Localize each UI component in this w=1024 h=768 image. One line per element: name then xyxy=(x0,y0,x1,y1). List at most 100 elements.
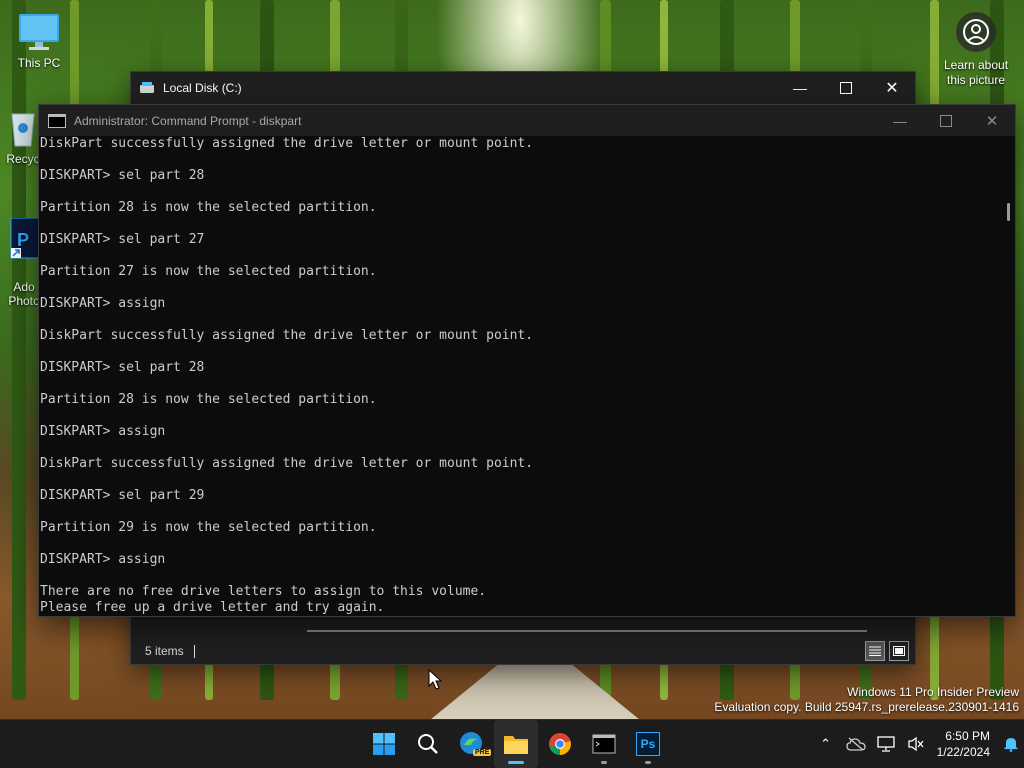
status-separator xyxy=(193,644,195,658)
search-button[interactable] xyxy=(406,720,450,768)
onedrive-button[interactable] xyxy=(841,720,871,768)
close-icon: ✕ xyxy=(885,80,899,97)
console-line: Please free up a drive letter and try ag… xyxy=(40,600,385,615)
search-icon xyxy=(418,734,438,754)
chrome-taskbar-button[interactable] xyxy=(538,720,582,768)
console-line: There are no free drive letters to assig… xyxy=(40,584,487,599)
clock-date: 1/22/2024 xyxy=(936,745,990,759)
close-button[interactable]: ✕ xyxy=(869,72,915,104)
start-button[interactable] xyxy=(362,720,406,768)
desktop-icon-label: Recyc xyxy=(6,152,40,166)
console-line: Partition 27 is now the selected partiti… xyxy=(40,264,377,279)
minimize-icon: — xyxy=(793,80,807,96)
console-line: Partition 28 is now the selected partiti… xyxy=(40,392,377,407)
volume-button[interactable] xyxy=(901,720,931,768)
item-count: 5 items xyxy=(145,644,184,658)
desktop-icon-label: Ado Photo xyxy=(8,280,40,308)
maximize-icon xyxy=(940,114,952,127)
camera-icon xyxy=(956,12,996,52)
bell-icon xyxy=(1004,738,1018,752)
console-line: DISKPART> assign xyxy=(40,424,166,439)
console-line: DISKPART> assign xyxy=(40,296,166,311)
photoshop-icon: Ps xyxy=(636,732,660,756)
desktop-icon-adobe-photoshop[interactable]: P Ado Photo xyxy=(6,204,42,308)
network-button[interactable] xyxy=(871,720,901,768)
details-view-icon xyxy=(869,646,881,656)
mouse-cursor-icon xyxy=(428,669,442,690)
running-indicator xyxy=(645,761,651,764)
taskbar-clock[interactable]: 6:50 PM 1/22/2024 xyxy=(937,728,990,760)
cmd-close-button[interactable]: ✕ xyxy=(969,105,1015,137)
view-toggle xyxy=(865,641,909,661)
console-output[interactable]: DiskPart successfully assigned the drive… xyxy=(40,136,999,616)
notifications-button[interactable] xyxy=(998,720,1024,768)
watermark-line1: Windows 11 Pro Insider Preview xyxy=(847,685,1019,699)
watermark-line2: Evaluation copy. Build 25947.rs_prerelea… xyxy=(714,700,1019,714)
photoshop-icon: P xyxy=(10,218,39,259)
maximize-button[interactable] xyxy=(823,72,869,104)
edge-preview-button[interactable]: PRE xyxy=(450,720,494,768)
photoshop-taskbar-button[interactable]: Ps xyxy=(626,720,670,768)
evaluation-watermark: Windows 11 Pro Insider Preview Evaluatio… xyxy=(714,685,1019,715)
terminal-taskbar-button[interactable] xyxy=(582,720,626,768)
minimize-icon: — xyxy=(893,112,907,129)
desktop-icon-recycle-bin[interactable]: Recyc xyxy=(3,108,43,166)
large-icons-view-button[interactable] xyxy=(889,641,909,661)
large-icons-view-icon xyxy=(893,646,905,656)
close-icon: ✕ xyxy=(985,112,999,130)
explorer-titlebar[interactable]: Local Disk (C:) — ✕ xyxy=(131,72,915,104)
details-view-button[interactable] xyxy=(865,641,885,661)
horizontal-scrollbar[interactable] xyxy=(307,630,867,632)
recycle-bin-icon xyxy=(11,113,35,147)
learn-about-picture[interactable]: Learn about this picture xyxy=(936,12,1016,88)
minimize-button[interactable]: — xyxy=(777,72,823,104)
terminal-icon xyxy=(592,734,616,754)
cloud-icon xyxy=(845,737,866,751)
command-prompt-window[interactable]: Administrator: Command Prompt - diskpart… xyxy=(38,104,1016,617)
console-line: DISKPART> sel part 29 xyxy=(40,488,205,503)
cmd-minimize-button[interactable]: — xyxy=(877,105,923,137)
active-indicator xyxy=(508,761,524,764)
explorer-title: Local Disk (C:) xyxy=(163,81,242,95)
network-icon xyxy=(876,736,895,752)
desktop-icon-this-pc[interactable]: This PC xyxy=(4,12,74,70)
folder-icon xyxy=(504,736,528,754)
vertical-scrollbar[interactable] xyxy=(1007,203,1010,221)
taskbar-apps: PRE Ps xyxy=(362,720,670,768)
show-hidden-icons-button[interactable]: ⌃ xyxy=(811,720,841,768)
speaker-muted-icon xyxy=(907,736,924,752)
console-line: Partition 28 is now the selected partiti… xyxy=(40,200,377,215)
chrome-icon xyxy=(549,733,571,755)
clock-time: 6:50 PM xyxy=(945,729,990,743)
console-line: DiskPart successfully assigned the drive… xyxy=(40,456,534,471)
console-line: DISKPART> assign xyxy=(40,552,166,567)
running-indicator xyxy=(601,761,607,764)
console-line: DiskPart successfully assigned the drive… xyxy=(40,328,534,343)
console-line: DISKPART> sel part 28 xyxy=(40,360,205,375)
drive-icon xyxy=(140,82,154,93)
file-explorer-taskbar-button[interactable] xyxy=(494,720,538,768)
cmd-title: Administrator: Command Prompt - diskpart xyxy=(74,113,302,128)
edge-pre-badge: PRE xyxy=(473,749,492,756)
console-line: DiskPart successfully assigned the drive… xyxy=(40,136,534,151)
cmd-icon xyxy=(48,113,66,128)
maximize-icon xyxy=(840,82,852,94)
console-line: Partition 29 is now the selected partiti… xyxy=(40,520,377,535)
console-line: DISKPART> sel part 27 xyxy=(40,232,205,247)
cmd-titlebar[interactable]: Administrator: Command Prompt - diskpart… xyxy=(39,105,1015,136)
monitor-icon xyxy=(19,14,59,50)
console-line: DISKPART> sel part 28 xyxy=(40,168,205,183)
cmd-maximize-button[interactable] xyxy=(923,105,969,137)
